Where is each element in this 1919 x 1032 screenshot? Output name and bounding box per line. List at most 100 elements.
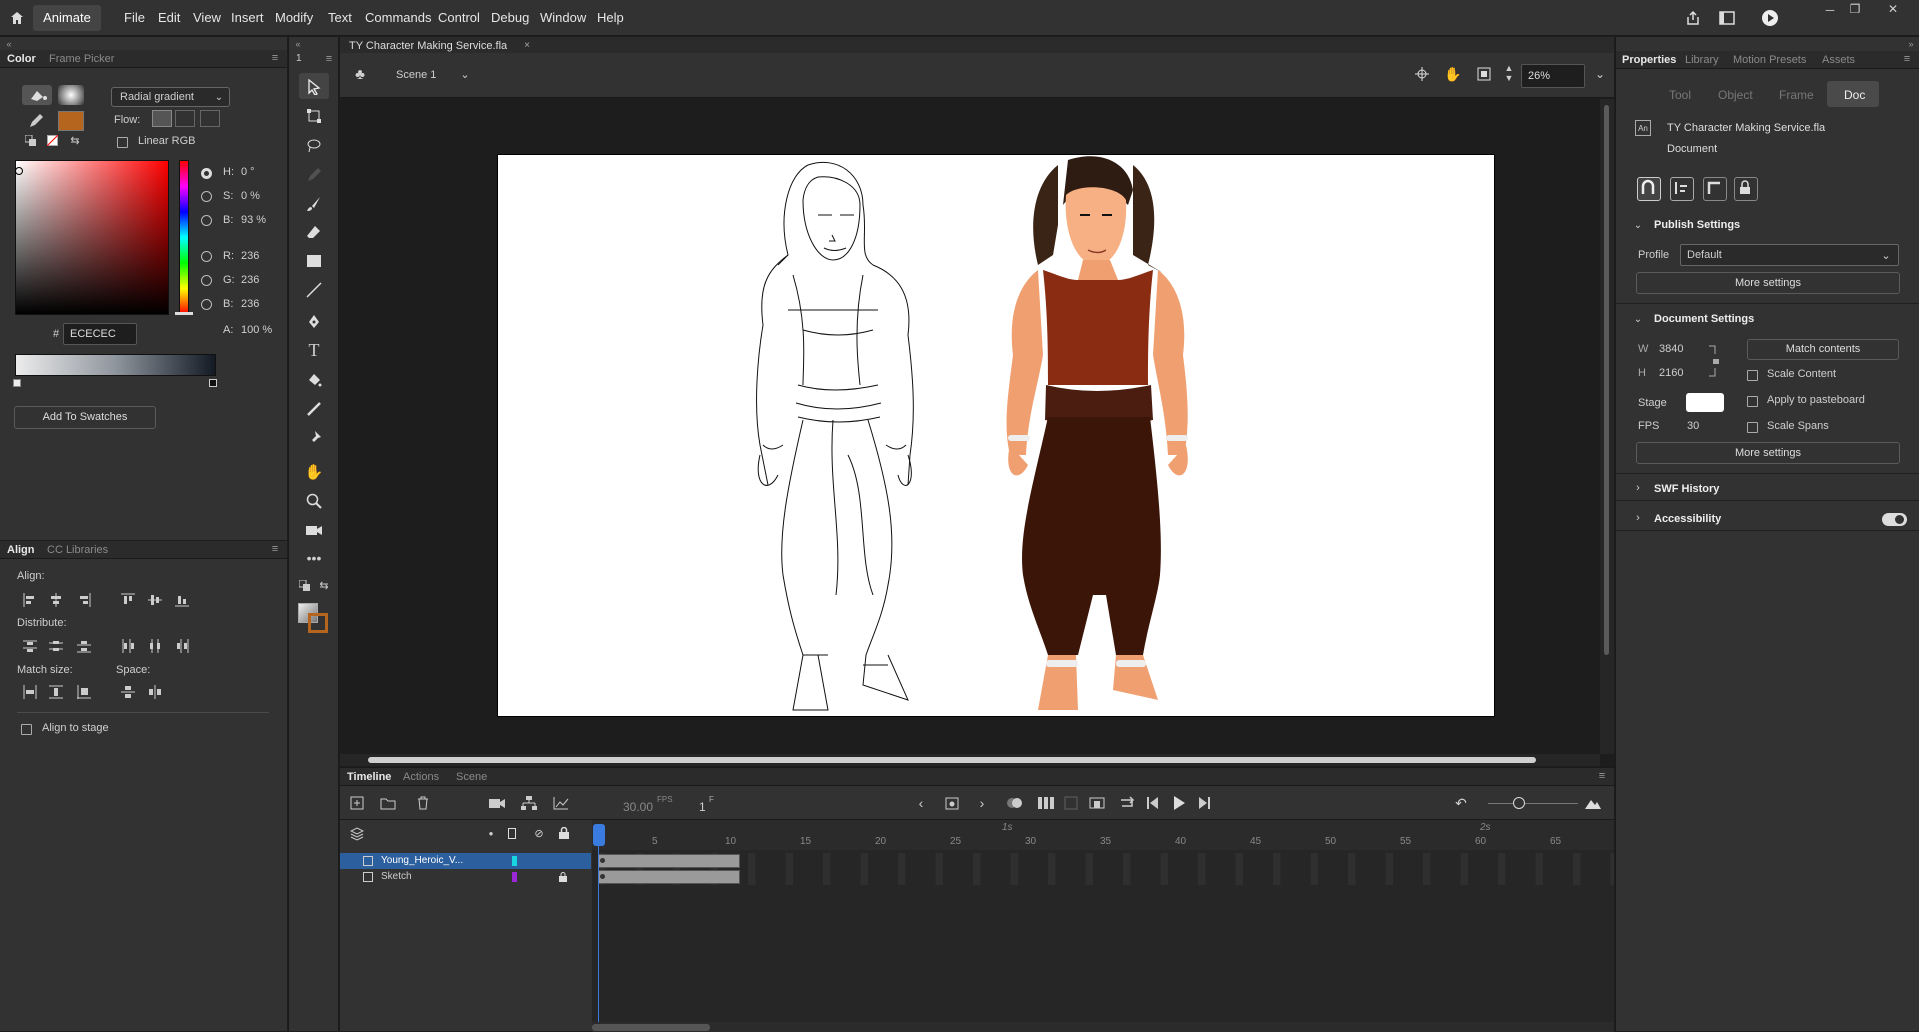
menu-modify[interactable]: Modify <box>275 10 313 25</box>
alpha-value[interactable]: 100 % <box>241 324 272 336</box>
edit-multiple-frames-icon[interactable] <box>1037 794 1055 812</box>
fps-value[interactable]: 30.00 <box>623 800 653 814</box>
chevron-right-icon[interactable]: › <box>1632 512 1644 524</box>
lock-icon[interactable] <box>558 827 570 839</box>
pen-icon[interactable] <box>304 312 324 332</box>
more-settings-button-2[interactable]: More settings <box>1636 442 1900 464</box>
menu-window[interactable]: Window <box>540 10 586 25</box>
maximize-icon[interactable]: ❐ <box>1845 2 1865 16</box>
align-top-icon[interactable] <box>120 592 136 608</box>
align-hcenter-icon[interactable] <box>48 592 64 608</box>
gradient-stop-right[interactable] <box>209 379 217 387</box>
align-left-icon[interactable] <box>22 592 38 608</box>
fill-swatch-gradient[interactable] <box>58 85 84 105</box>
swf-history-heading[interactable]: SWF History <box>1654 483 1719 495</box>
link-dimensions-icon[interactable] <box>1707 343 1721 379</box>
tab-align[interactable]: Align <box>7 544 35 556</box>
publish-settings-heading[interactable]: Publish Settings <box>1654 219 1740 231</box>
align-to-stage-checkbox[interactable] <box>21 724 32 735</box>
menu-commands[interactable]: Commands <box>365 10 431 25</box>
height-value[interactable]: 2160 <box>1659 367 1683 379</box>
snap-magnet-button[interactable] <box>1637 177 1661 201</box>
zoom-icon[interactable] <box>304 491 324 511</box>
radio-s[interactable] <box>201 191 212 202</box>
frame-span-layer1[interactable] <box>598 854 740 868</box>
brush-icon[interactable] <box>304 194 324 214</box>
document-tab-title[interactable]: TY Character Making Service.fla <box>349 40 507 52</box>
swap-colors-icon[interactable]: ⇆ <box>317 578 331 592</box>
radio-b2[interactable] <box>201 299 212 310</box>
delete-layer-icon[interactable] <box>414 794 432 812</box>
vertical-scrollbar[interactable] <box>1600 99 1614 754</box>
subtab-object[interactable]: Object <box>1718 88 1753 102</box>
fill-color-swatch[interactable] <box>58 111 84 131</box>
hide-icon[interactable]: ⊘ <box>532 827 546 840</box>
gradient-bar[interactable] <box>15 354 216 376</box>
center-stage-icon[interactable] <box>1413 65 1431 83</box>
radio-b[interactable] <box>201 215 212 226</box>
flow-repeat-button[interactable] <box>200 110 220 127</box>
center-frame-icon[interactable] <box>1088 794 1106 812</box>
lock-guides-button[interactable] <box>1734 177 1758 201</box>
menu-insert[interactable]: Insert <box>231 10 264 25</box>
scale-spans-checkbox[interactable] <box>1747 422 1758 433</box>
match-width-icon[interactable] <box>22 684 38 700</box>
rectangle-icon[interactable] <box>304 251 324 271</box>
collapse-icon[interactable]: « <box>4 39 14 49</box>
no-color-icon[interactable] <box>46 134 58 146</box>
add-to-swatches-button[interactable]: Add To Swatches <box>14 406 156 429</box>
line-icon[interactable] <box>304 280 324 300</box>
lasso-icon[interactable] <box>304 136 324 156</box>
gradient-type-select[interactable]: Radial gradient ⌄ <box>111 87 230 107</box>
layout-icon[interactable] <box>1717 8 1737 28</box>
playhead-handle[interactable] <box>593 824 605 846</box>
next-keyframe-icon[interactable]: › <box>973 794 991 812</box>
home-icon[interactable] <box>8 9 26 27</box>
subtab-doc[interactable]: Doc <box>1844 88 1865 102</box>
h-value[interactable]: 0 ° <box>241 166 255 178</box>
close-icon[interactable]: ✕ <box>1883 2 1903 16</box>
menu-control[interactable]: Control <box>438 10 480 25</box>
color-field[interactable] <box>15 160 169 315</box>
collapse-icon[interactable]: » <box>1906 39 1916 49</box>
align-vcenter-icon[interactable] <box>147 592 163 608</box>
show-all-icon[interactable]: ● <box>485 827 497 839</box>
layer-name[interactable]: Sketch <box>381 871 412 882</box>
eraser-icon[interactable] <box>304 222 324 242</box>
menu-text[interactable]: Text <box>328 10 352 25</box>
r-value[interactable]: 236 <box>241 250 259 262</box>
layer-color-tag[interactable] <box>512 856 517 866</box>
test-movie-icon[interactable] <box>1760 8 1780 28</box>
panel-menu-icon[interactable]: ≡ <box>1596 770 1608 782</box>
current-frame-value[interactable]: 1 <box>699 800 706 814</box>
swap-colors-icon[interactable]: ⇆ <box>68 134 82 147</box>
align-right-icon[interactable] <box>76 592 92 608</box>
radio-h[interactable] <box>201 168 212 179</box>
step-back-icon[interactable] <box>1144 794 1162 812</box>
accessibility-toggle[interactable] <box>1882 513 1907 526</box>
menu-help[interactable]: Help <box>597 10 624 25</box>
playhead-line[interactable] <box>598 846 599 1032</box>
selection-arrow-icon[interactable] <box>304 77 324 97</box>
tab-frame-picker[interactable]: Frame Picker <box>49 53 114 65</box>
outline-icon[interactable] <box>506 827 518 839</box>
menu-file[interactable]: File <box>124 10 145 25</box>
panel-menu-icon[interactable]: ≡ <box>323 53 335 65</box>
layers-icon[interactable] <box>348 825 366 843</box>
pin-icon[interactable] <box>304 428 324 448</box>
keyframe-dot[interactable] <box>600 858 605 863</box>
vertical-scroll-thumb[interactable] <box>1604 105 1609 655</box>
timeline-zoom-slider[interactable] <box>1488 803 1578 804</box>
panel-menu-icon[interactable]: ≡ <box>269 52 281 64</box>
stage-color-swatch[interactable] <box>1686 393 1724 412</box>
distribute-bottom-icon[interactable] <box>76 638 92 654</box>
tab-color[interactable]: Color <box>7 53 36 65</box>
step-forward-icon[interactable] <box>1195 794 1213 812</box>
frames-area[interactable]: 1s 2s 5 10 15 20 25 30 35 40 45 50 55 60… <box>592 820 1614 1032</box>
colored-character[interactable] <box>998 155 1218 718</box>
sketch-character[interactable] <box>748 155 928 718</box>
scene-icon[interactable]: ♣ <box>351 65 369 83</box>
horizontal-scrollbar[interactable] <box>340 754 1600 766</box>
space-vertical-icon[interactable] <box>120 684 136 700</box>
layer-name[interactable]: Young_Heroic_V... <box>381 855 463 866</box>
